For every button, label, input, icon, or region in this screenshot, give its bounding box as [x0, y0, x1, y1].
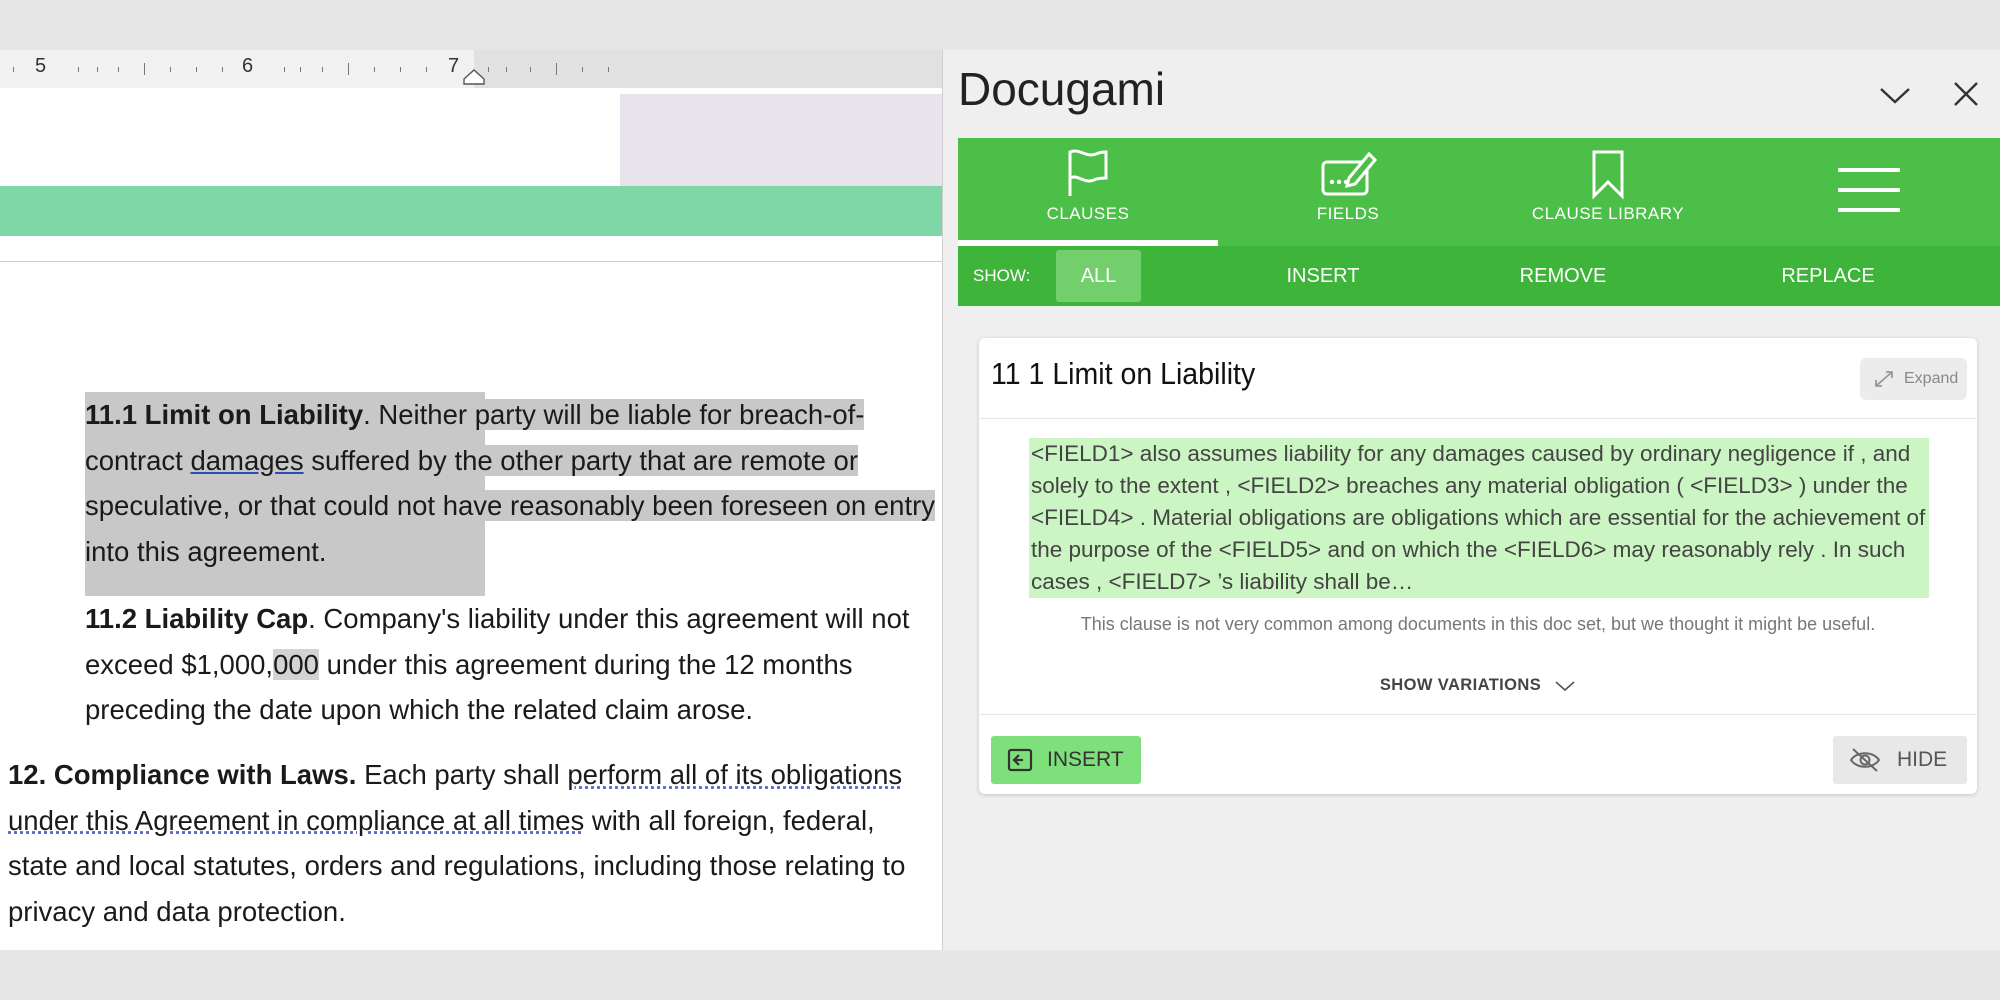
clause-card-title: 11 1 Limit on Liability — [991, 356, 1256, 391]
indent-marker-icon[interactable] — [463, 69, 485, 85]
spelling-flag-word[interactable]: damages — [190, 445, 303, 476]
paragraph-11-1[interactable]: 11.1 Limit on Liability. Neither party w… — [85, 392, 936, 574]
tab-label: CLAUSES — [1046, 204, 1130, 223]
ruler-tick — [284, 66, 285, 72]
clause-note: This clause is not very common among doc… — [1080, 614, 1876, 634]
ruler-tick — [426, 66, 427, 72]
ruler-number: 7 — [448, 55, 460, 77]
ruler-tick — [400, 66, 401, 72]
show-variations-label: SHOW VARIATIONS — [1379, 676, 1542, 694]
eye-off-icon — [1849, 748, 1881, 772]
filter-bar: SHOW: ALL INSERT REMOVE REPLACE — [958, 246, 2000, 306]
ruler-tick — [13, 66, 14, 72]
tab-clause-library[interactable]: CLAUSE LIBRARY — [1478, 138, 1738, 246]
filter-remove-button[interactable]: REMOVE — [1498, 250, 1628, 302]
clause-heading: 12. Compliance with Laws. — [8, 759, 357, 790]
expand-button[interactable]: Expand — [1860, 358, 1967, 400]
ruler[interactable]: 5 6 7 — [0, 50, 942, 88]
tab-label: FIELDS — [1316, 204, 1380, 223]
filter-all-button[interactable]: ALL — [1056, 250, 1141, 302]
filter-insert-button[interactable]: INSERT — [1258, 250, 1388, 302]
paragraph-text: Each party shall — [356, 759, 568, 790]
ruler-tick — [118, 66, 119, 72]
ruler-tick — [608, 66, 609, 72]
bookmark-icon — [1592, 150, 1624, 200]
ruler-tick — [374, 66, 375, 72]
ruler-tick — [322, 66, 323, 72]
field-chip[interactable]: 000 — [273, 648, 319, 680]
insert-label: INSERT — [1047, 748, 1124, 771]
ruler-tick — [556, 63, 557, 75]
hide-button[interactable]: HIDE — [1833, 736, 1967, 784]
ruler-tick — [97, 66, 98, 72]
ruler-active-region — [0, 50, 474, 88]
filter-replace-button[interactable]: REPLACE — [1753, 250, 1903, 302]
paragraph-12[interactable]: 12. Compliance with Laws. Each party sha… — [8, 752, 928, 934]
clause-heading: 11.1 Limit on Liability — [85, 399, 364, 430]
ruler-tick — [300, 66, 301, 72]
ruler-tick — [144, 63, 145, 75]
hamburger-menu-icon[interactable] — [1838, 168, 1900, 214]
ruler-tick — [196, 66, 197, 72]
ruler-tick — [170, 66, 171, 72]
show-label: SHOW: — [973, 266, 1031, 285]
ruler-number: 6 — [242, 55, 254, 77]
edit-field-icon — [1321, 151, 1377, 196]
docugami-panel: Docugami CLAUSES FIELDS CLAUSE LIBRARY S… — [942, 50, 2000, 950]
clause-heading: 11.2 Liability Cap — [85, 603, 309, 634]
flag-icon — [1068, 149, 1108, 196]
divider — [979, 418, 1977, 419]
ruler-tick — [506, 66, 507, 72]
chevron-down-icon — [1555, 681, 1575, 691]
close-icon[interactable] — [1950, 78, 1982, 110]
panel-toolbar: CLAUSES FIELDS CLAUSE LIBRARY — [958, 138, 2000, 246]
ruler-tick — [488, 66, 489, 72]
ruler-number: 5 — [35, 55, 47, 77]
clause-text: <FIELD1> also assumes liability for any … — [1029, 438, 1929, 598]
ruler-tick — [582, 66, 583, 72]
page-guide-line — [0, 261, 942, 262]
hide-label: HIDE — [1897, 748, 1948, 771]
ruler-tick — [348, 63, 349, 75]
tab-label: CLAUSE LIBRARY — [1531, 204, 1685, 223]
ruler-tick — [222, 66, 223, 72]
page-margin-area — [0, 94, 620, 189]
section-highlight-band — [0, 186, 942, 236]
chevron-down-icon[interactable] — [1878, 78, 1912, 112]
ruler-tick — [78, 66, 79, 72]
tab-fields[interactable]: FIELDS — [1218, 138, 1478, 246]
insert-button[interactable]: INSERT — [991, 736, 1141, 784]
expand-arrows-icon — [1875, 371, 1893, 387]
ruler-tick — [530, 66, 531, 72]
clause-card: 11 1 Limit on Liability Expand <FIELD1> … — [979, 338, 1977, 794]
paragraph-11-2[interactable]: 11.2 Liability Cap. Company's liability … — [85, 596, 935, 733]
insert-icon — [1007, 748, 1033, 772]
page-gutter-area — [620, 94, 942, 189]
tab-clauses[interactable]: CLAUSES — [958, 138, 1218, 246]
show-variations-button[interactable]: SHOW VARIATIONS — [979, 676, 1977, 695]
divider — [979, 714, 1977, 715]
document-canvas[interactable]: 5 6 7 11.1 Limit on Liability. Neither p… — [0, 50, 942, 950]
expand-label: Expand — [1904, 370, 1959, 387]
panel-title: Docugami — [958, 63, 1166, 115]
